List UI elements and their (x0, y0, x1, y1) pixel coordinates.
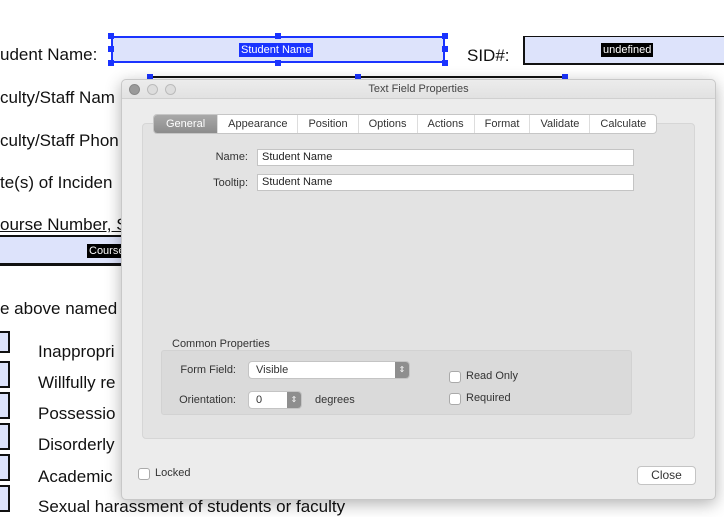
locked-label: Locked (155, 467, 191, 479)
form-field-label: Form Field: (180, 364, 236, 376)
form-field-value: Visible (256, 364, 289, 376)
resize-handle[interactable] (275, 33, 281, 39)
close-window-icon[interactable] (129, 84, 140, 95)
read-only-label: Read Only (466, 370, 518, 382)
orientation-label: Orientation: (179, 394, 236, 406)
violation-item: Disorderly (38, 435, 115, 454)
form-label: ourse Number, S (0, 215, 128, 234)
tab-options[interactable]: Options (359, 115, 418, 133)
violation-item: Sexual harassment of students or faculty (38, 497, 346, 516)
form-checkbox[interactable] (0, 454, 10, 481)
name-input[interactable]: Student Name (257, 149, 634, 166)
tab-appearance[interactable]: Appearance (218, 115, 299, 133)
minimize-window-icon[interactable] (147, 84, 158, 95)
tab-format[interactable]: Format (475, 115, 531, 133)
form-checkbox[interactable] (0, 423, 10, 450)
violation-item: Academic (38, 467, 113, 486)
resize-handle[interactable] (442, 60, 448, 66)
form-checkbox[interactable] (0, 331, 10, 353)
field-name-tag: Student Name (239, 43, 314, 57)
tab-actions[interactable]: Actions (418, 115, 475, 133)
name-label: Name: (215, 151, 248, 163)
dialog-title: Text Field Properties (368, 83, 469, 95)
resize-handle[interactable] (442, 46, 448, 52)
read-only-checkbox[interactable] (449, 371, 461, 383)
form-checkbox[interactable] (0, 392, 10, 419)
violation-item: Willfully re (38, 373, 116, 392)
sid-label: SID#: (467, 46, 510, 65)
tab-bar: General Appearance Position Options Acti… (153, 114, 658, 134)
common-properties-group: Form Field: Visible ⇕ Orientation: 0 ⇕ d… (161, 350, 632, 415)
tooltip-label: Tooltip: (213, 177, 248, 189)
degrees-label: degrees (315, 394, 355, 406)
violation-item: Inappropri (38, 342, 115, 361)
student-name-field[interactable]: Student Name (111, 36, 445, 63)
title-bar[interactable]: Text Field Properties (122, 80, 715, 99)
form-label: culty/Staff Nam (0, 88, 115, 107)
stepper-arrows-icon[interactable]: ⇕ (287, 392, 301, 408)
form-label: te(s) of Inciden (0, 173, 113, 192)
resize-handle[interactable] (108, 46, 114, 52)
chevron-up-down-icon: ⇕ (395, 362, 409, 378)
form-label: culty/Staff Phon (0, 131, 119, 150)
locked-checkbox[interactable] (138, 468, 150, 480)
required-label: Required (466, 392, 511, 404)
student-name-label: udent Name: (0, 45, 98, 64)
tab-general[interactable]: General (154, 115, 219, 133)
field-name-tag: undefined (601, 43, 654, 57)
course-field[interactable]: Course (0, 235, 128, 266)
zoom-window-icon[interactable] (165, 84, 176, 95)
tab-position[interactable]: Position (298, 115, 359, 133)
tab-calculate[interactable]: Calculate (590, 115, 656, 133)
sid-field[interactable]: undefined (523, 36, 724, 65)
resize-handle[interactable] (275, 60, 281, 66)
form-text: e above named (0, 299, 118, 318)
common-properties-heading: Common Properties (172, 338, 270, 350)
orientation-value: 0 (256, 394, 263, 406)
tab-validate[interactable]: Validate (530, 115, 591, 133)
form-checkbox[interactable] (0, 485, 10, 512)
form-field-select[interactable]: Visible ⇕ (248, 361, 410, 379)
violation-item: Possessio (38, 404, 116, 423)
form-checkbox[interactable] (0, 361, 10, 388)
tooltip-input[interactable]: Student Name (257, 174, 634, 191)
orientation-stepper[interactable]: 0 ⇕ (248, 391, 302, 409)
close-button[interactable]: Close (637, 466, 696, 485)
resize-handle[interactable] (108, 60, 114, 66)
resize-handle[interactable] (442, 33, 448, 39)
text-field-properties-dialog: Text Field Properties General Appearance… (121, 79, 716, 500)
resize-handle[interactable] (108, 33, 114, 39)
required-checkbox[interactable] (449, 393, 461, 405)
